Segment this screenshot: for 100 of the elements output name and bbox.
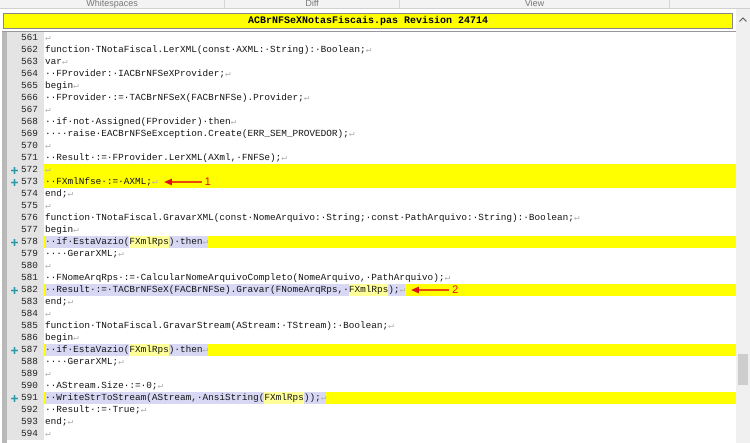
line-number: 568 [21,116,38,128]
line-number: 593 [21,416,38,428]
arrow-icon [164,178,202,186]
line-number: 582 [21,284,38,296]
code-text: ····GerarXML; [45,248,118,260]
line-end-mark: ↵ [73,80,79,92]
line-number: 578 [21,236,38,248]
line-end-mark: ↵ [45,308,51,320]
code-text: ); [388,284,400,296]
line-end-mark: ↵ [68,296,74,308]
line-end-mark: ↵ [73,224,79,236]
code-text: ··if·not·Assigned(FProvider)·then [45,116,231,128]
line-number: 563 [21,56,38,68]
code-text: ··Result·:=·TACBrNFSeX(FACBrNFSe).Gravar(FNomeArqRps,· [45,284,349,296]
code-text: ··FProvider:·IACBrNFSeXProvider; [45,68,226,80]
line-end-mark: ↵ [366,44,372,56]
scroll-thumb[interactable] [738,354,748,385]
line-number: 576 [21,212,38,224]
line-number: 562 [21,44,38,56]
line-end-mark: ↵ [225,68,231,80]
line-number: 584 [21,308,38,320]
code-text: ··AStream.Size·:=·0; [45,380,158,392]
file-title: ACBrNFSeXNotasFiscais.pas Revision 24714 [248,14,488,28]
line-end-mark: ↵ [158,380,164,392]
scroll-up-icon[interactable] [739,17,747,22]
code-text: ··Result·:=·True; [45,404,141,416]
line-end-mark: ↵ [45,368,51,380]
annotation-number: 2 [452,284,458,296]
line-end-mark: ↵ [45,164,51,176]
code-text: FXmlRps [129,344,169,356]
code-text: begin [45,80,74,92]
line-end-mark: ↵ [444,272,450,284]
line-end-mark: ↵ [45,428,51,440]
line-end-mark: ↵ [68,416,74,428]
code-text: begin [45,332,74,344]
line-number: 564 [21,68,38,80]
line-number: 566 [21,92,38,104]
line-end-mark: ↵ [388,320,394,332]
line-number: 590 [21,380,38,392]
line-number: 567 [21,104,38,116]
annotation-number: 1 [204,176,211,188]
line-end-mark: ↵ [45,140,51,152]
code-text: FXmlRps [264,392,304,404]
line-number: 587 [21,344,38,356]
code-text: end; [45,416,68,428]
line-end-mark: ↵ [45,32,51,44]
line-number: 591 [21,392,38,404]
code-text: ··Result·:=·FProvider.LerXML(AXml,·FNFSe); [45,152,282,164]
line-number: 586 [21,332,38,344]
code-text: ··FNomeArqRps·:=·CalcularNomeArquivoCompleto(NomeArquivo,·PathArquivo); [45,272,444,284]
code-text: end; [45,188,68,200]
line-number: 574 [21,188,38,200]
code-text: function·TNotaFiscal.GravarXML(const·NomeArquivo:·String;·const·PathArquivo:·String):·Boolean; [45,212,574,224]
code-text: begin [45,224,74,236]
line-number: 565 [21,80,38,92]
line-end-mark: ↵ [202,344,208,356]
code-text: ··WriteStrToStream(AStream,·AnsiString( [45,392,264,404]
line-number: 583 [21,296,38,308]
line-number: 585 [21,320,38,332]
code-text: end; [45,296,68,308]
arrow-icon [411,286,450,294]
line-number: 569 [21,128,38,140]
code-text: var [45,56,62,68]
line-number: 592 [21,404,38,416]
line-end-mark: ↵ [304,92,310,104]
line-end-mark: ↵ [202,236,208,248]
line-number: 581 [21,272,38,284]
line-end-mark: ↵ [348,128,354,140]
line-end-mark: ↵ [230,116,236,128]
code-text: ··FXmlNfse·:=·AXML; [45,176,152,188]
code-text: function·TNotaFiscal.LerXML(const·AXML:·String):·Boolean; [45,44,366,56]
line-end-mark: ↵ [281,152,287,164]
line-number: 561 [21,32,38,44]
code-text: ··if·EstaVazio( [45,344,130,356]
line-number: 571 [21,152,38,164]
code-text: ····GerarXML; [45,356,118,368]
line-number: 575 [21,200,38,212]
line-end-mark: ↵ [45,200,51,212]
line-end-mark: ↵ [45,260,51,272]
code-text: FXmlRps [129,236,169,248]
line-end-mark: ↵ [45,104,51,116]
code-text: ··FProvider·:=·TACBrNFSeX(FACBrNFSe).Provider; [45,92,304,104]
line-number: 570 [21,140,38,152]
line-number: 580 [21,260,38,272]
line-number: 594 [21,428,38,440]
code-text: )·then [168,236,203,248]
line-end-mark: ↵ [73,332,79,344]
line-number: 589 [21,368,38,380]
code-text: )); [304,392,321,404]
line-end-mark: ↵ [152,176,158,188]
code-text: ····raise·EACBrNFSeException.Create(ERR_SEM_PROVEDOR); [45,128,349,140]
code-text: FXmlRps [348,284,388,296]
line-end-mark: ↵ [118,248,124,260]
line-number: 577 [21,224,38,236]
line-number: 588 [21,356,38,368]
line-end-mark: ↵ [62,56,68,68]
code-text: ··if·EstaVazio( [45,236,130,248]
line-end-mark: ↵ [399,284,406,296]
line-number: 573 [21,176,38,188]
line-number: 572 [21,164,38,176]
